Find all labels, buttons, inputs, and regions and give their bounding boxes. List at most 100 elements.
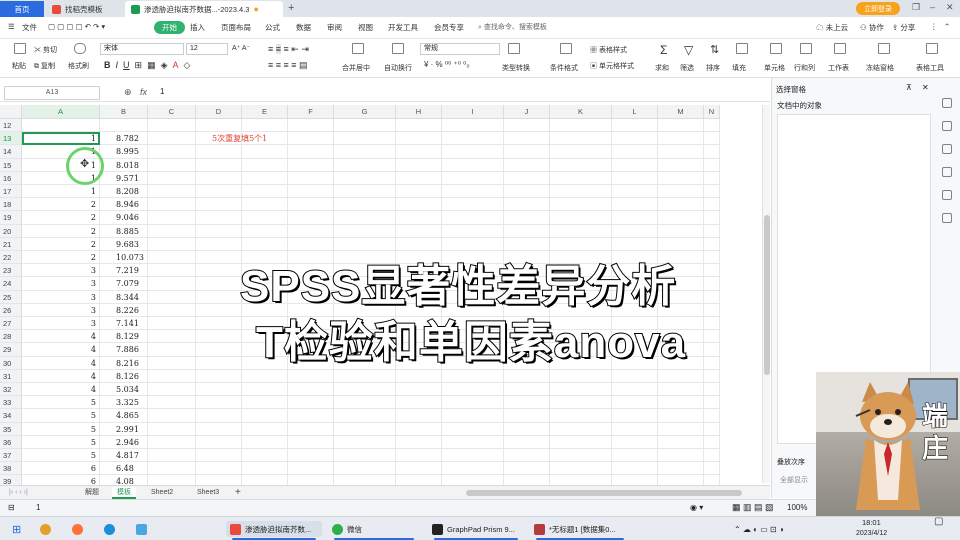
cell-empty[interactable]	[658, 211, 704, 225]
cell-empty[interactable]	[658, 145, 704, 159]
cell-empty[interactable]	[612, 132, 658, 146]
app-icon[interactable]	[132, 521, 151, 537]
cell-empty[interactable]	[658, 435, 704, 449]
cell-empty[interactable]	[442, 119, 504, 133]
cell-a[interactable]: 4	[22, 369, 100, 383]
row-header[interactable]: 15	[0, 158, 22, 172]
cell-empty[interactable]	[148, 158, 196, 172]
freeze-button[interactable]: 冻结窗格	[866, 63, 894, 73]
cell-empty[interactable]	[288, 198, 334, 212]
cell-a[interactable]: 4	[22, 343, 100, 357]
cell-empty[interactable]	[288, 224, 334, 238]
cell-a[interactable]: 5	[22, 435, 100, 449]
cell-empty[interactable]	[196, 277, 242, 291]
cell-b[interactable]: 8.208	[100, 185, 148, 199]
cell-empty[interactable]	[504, 198, 550, 212]
cell-empty[interactable]	[550, 422, 612, 436]
cell-empty[interactable]	[148, 198, 196, 212]
taskbar-app-wps[interactable]: 渗透胁迫拟南芥数...	[226, 521, 322, 540]
cell-empty[interactable]	[242, 369, 288, 383]
cell-empty[interactable]	[396, 198, 442, 212]
side-tool-1-icon[interactable]	[942, 98, 952, 108]
cell-empty[interactable]	[148, 449, 196, 463]
cell-empty[interactable]	[396, 158, 442, 172]
cell-empty[interactable]	[658, 237, 704, 251]
column-header-i[interactable]: I	[442, 105, 504, 119]
cell-b[interactable]: 8.226	[100, 303, 148, 317]
cell-empty[interactable]	[442, 409, 504, 423]
cell-empty[interactable]	[396, 475, 442, 485]
cell-empty[interactable]	[550, 198, 612, 212]
wrap-icon[interactable]	[392, 43, 404, 54]
cell-empty[interactable]	[148, 211, 196, 225]
row-header[interactable]: 29	[0, 343, 22, 357]
cell-empty[interactable]	[196, 158, 242, 172]
cell-empty[interactable]	[288, 145, 334, 159]
column-header-j[interactable]: J	[504, 105, 550, 119]
cell-b[interactable]: 8.885	[100, 224, 148, 238]
cell-empty[interactable]	[612, 158, 658, 172]
format-painter-button[interactable]: 格式刷	[68, 61, 89, 71]
cell-empty[interactable]	[148, 383, 196, 397]
cell-empty[interactable]	[288, 383, 334, 397]
cell-empty[interactable]	[148, 435, 196, 449]
zoom-level[interactable]: 100%	[787, 503, 807, 512]
sort-button[interactable]: 排序	[706, 63, 720, 73]
cell-empty[interactable]	[396, 409, 442, 423]
cond-format-button[interactable]: 条件格式	[550, 63, 578, 73]
merge-button[interactable]: 合并居中	[342, 63, 370, 73]
cell-a[interactable]: 2	[22, 198, 100, 212]
cell-empty[interactable]	[704, 158, 720, 172]
copy-button[interactable]: ⧉ 复制	[34, 61, 55, 71]
cell-empty[interactable]	[288, 171, 334, 185]
cell-a[interactable]: 2	[22, 224, 100, 238]
cell-empty[interactable]	[704, 237, 720, 251]
cell-a[interactable]: 4	[22, 383, 100, 397]
vertical-scrollbar[interactable]	[762, 105, 770, 483]
cell-a[interactable]: 3	[22, 290, 100, 304]
cell-b[interactable]	[100, 119, 148, 133]
filter-icon[interactable]: ▽	[684, 43, 693, 57]
row-header[interactable]: 27	[0, 317, 22, 331]
cell-empty[interactable]	[442, 396, 504, 410]
cell-empty[interactable]	[334, 158, 396, 172]
cell-style-button[interactable]: ▣ 单元格样式	[590, 61, 634, 71]
cell-empty[interactable]	[196, 303, 242, 317]
column-header-g[interactable]: G	[334, 105, 396, 119]
cell-empty[interactable]	[242, 119, 288, 133]
cell-empty[interactable]	[334, 171, 396, 185]
cell-a[interactable]: 4	[22, 356, 100, 370]
tab-template[interactable]: 找稻壳模板	[46, 1, 124, 17]
cell-empty[interactable]	[148, 303, 196, 317]
number-format-select[interactable]: 常规	[420, 43, 500, 55]
cell-b[interactable]: 10.073	[100, 251, 148, 265]
cell-empty[interactable]	[334, 185, 396, 199]
cell-empty[interactable]	[334, 383, 396, 397]
cell-a[interactable]: 6	[22, 475, 100, 485]
font-size-select[interactable]: 12	[186, 43, 228, 55]
new-tab-icon[interactable]: +	[288, 2, 294, 14]
cell-empty[interactable]	[704, 264, 720, 278]
taskbar-app-prism[interactable]: GraphPad Prism 9...	[428, 521, 524, 540]
add-sheet-icon[interactable]: +	[230, 487, 246, 499]
cell-empty[interactable]	[396, 462, 442, 476]
row-header[interactable]: 28	[0, 330, 22, 344]
cell-empty[interactable]	[504, 449, 550, 463]
cell-b[interactable]: 4.865	[100, 409, 148, 423]
side-tool-6-icon[interactable]	[942, 213, 952, 223]
cell-empty[interactable]	[550, 449, 612, 463]
cell-empty[interactable]	[704, 356, 720, 370]
cell-empty[interactable]	[612, 369, 658, 383]
row-header[interactable]: 38	[0, 462, 22, 476]
cell-empty[interactable]	[550, 185, 612, 199]
cell-a[interactable]: 2	[22, 211, 100, 225]
edge-icon[interactable]	[100, 521, 119, 537]
menu-data[interactable]: 数据	[296, 22, 311, 33]
cell-empty[interactable]	[148, 396, 196, 410]
cell-empty[interactable]	[704, 462, 720, 476]
cell-b[interactable]: 8.344	[100, 290, 148, 304]
table-style-button[interactable]: ▦ 表格样式	[590, 45, 627, 55]
cell-empty[interactable]	[242, 422, 288, 436]
cell-empty[interactable]	[196, 462, 242, 476]
cell-empty[interactable]	[704, 383, 720, 397]
